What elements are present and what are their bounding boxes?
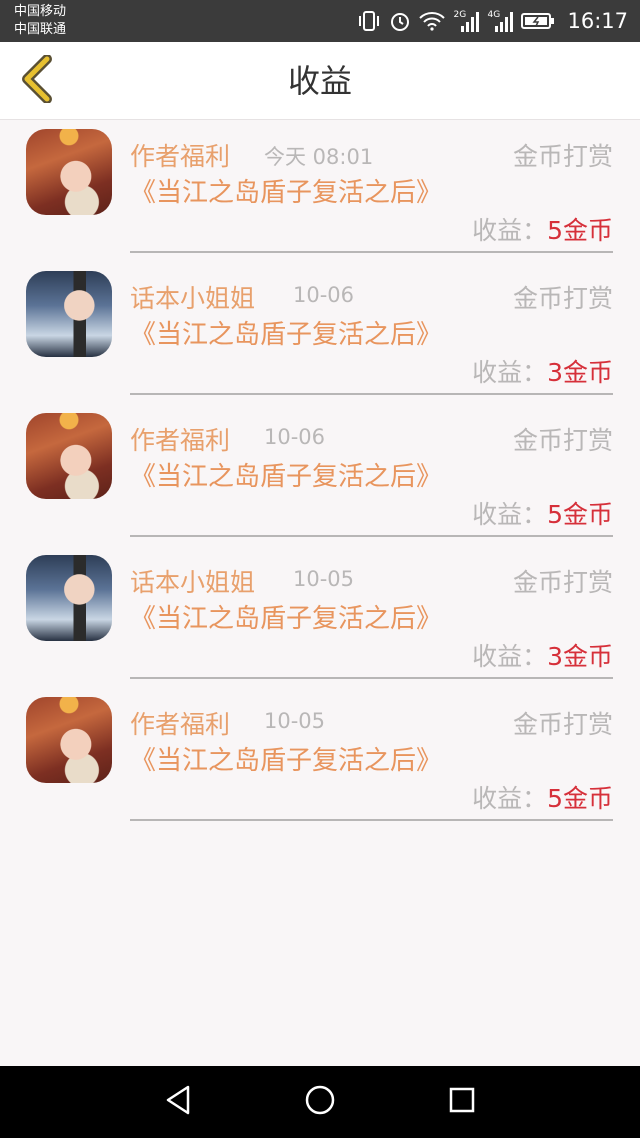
square-recent-icon bbox=[448, 1086, 476, 1118]
author-name[interactable]: 作者福利 bbox=[130, 421, 230, 457]
signal-4g-icon: 4G bbox=[487, 10, 514, 32]
nav-recent-button[interactable] bbox=[442, 1082, 482, 1122]
earnings-label: 收益： bbox=[472, 500, 548, 529]
item-type: 金币打赏 bbox=[512, 710, 613, 739]
system-nav-bar bbox=[0, 1066, 640, 1138]
avatar[interactable] bbox=[26, 129, 112, 215]
item-content: 话本小姐姐 10-06 金币打赏 《当江之岛盾子复活之后》 收益：3金币 bbox=[130, 263, 613, 395]
earnings: 收益：3金币 bbox=[472, 637, 613, 673]
item-content: 作者福利 10-05 金币打赏 《当江之岛盾子复活之后》 收益：5金币 bbox=[130, 689, 613, 821]
net1-label: 2G bbox=[453, 10, 467, 20]
author-name[interactable]: 话本小姐姐 bbox=[130, 279, 255, 315]
earnings: 收益：5金币 bbox=[472, 779, 613, 815]
item-date: 10-05 bbox=[264, 709, 326, 733]
item-content: 作者福利 10-06 金币打赏 《当江之岛盾子复活之后》 收益：5金币 bbox=[130, 405, 613, 537]
earnings-value: 3金币 bbox=[547, 358, 613, 387]
page-title: 收益 bbox=[287, 62, 352, 100]
avatar[interactable] bbox=[26, 697, 112, 783]
list-item[interactable]: 话本小姐姐 10-05 金币打赏 《当江之岛盾子复活之后》 收益：3金币 bbox=[0, 547, 640, 689]
status-icons: 2G 4G 16:17 bbox=[357, 0, 628, 42]
item-content: 作者福利 今天 08:01 金币打赏 《当江之岛盾子复活之后》 收益：5金币 bbox=[130, 121, 613, 253]
earnings-list: 作者福利 今天 08:01 金币打赏 《当江之岛盾子复活之后》 收益：5金币 话… bbox=[0, 121, 640, 831]
earnings-value: 5金币 bbox=[547, 500, 613, 529]
list-item[interactable]: 作者福利 今天 08:01 金币打赏 《当江之岛盾子复活之后》 收益：5金币 bbox=[0, 121, 640, 263]
battery-icon bbox=[521, 12, 555, 30]
item-date: 10-05 bbox=[293, 567, 355, 591]
signal-2g-icon: 2G bbox=[453, 10, 480, 32]
earnings-value: 3金币 bbox=[547, 642, 613, 671]
nav-home-button[interactable] bbox=[300, 1082, 340, 1122]
wifi-icon bbox=[419, 11, 446, 31]
header: 收益 bbox=[0, 42, 640, 120]
earnings: 收益：3金币 bbox=[472, 353, 613, 389]
triangle-back-icon bbox=[164, 1084, 192, 1120]
earnings-value: 5金币 bbox=[547, 784, 613, 813]
book-title[interactable]: 《当江之岛盾子复活之后》 bbox=[130, 602, 442, 636]
avatar[interactable] bbox=[26, 413, 112, 499]
earnings: 收益：5金币 bbox=[472, 211, 613, 247]
earnings-value: 5金币 bbox=[547, 216, 613, 245]
item-type: 金币打赏 bbox=[512, 568, 613, 597]
book-title[interactable]: 《当江之岛盾子复活之后》 bbox=[130, 318, 442, 352]
item-date: 10-06 bbox=[264, 425, 326, 449]
list-item[interactable]: 作者福利 10-05 金币打赏 《当江之岛盾子复活之后》 收益：5金币 bbox=[0, 689, 640, 831]
item-date: 10-06 bbox=[293, 283, 355, 307]
book-title[interactable]: 《当江之岛盾子复活之后》 bbox=[130, 744, 442, 778]
list-item[interactable]: 作者福利 10-06 金币打赏 《当江之岛盾子复活之后》 收益：5金币 bbox=[0, 405, 640, 547]
book-title[interactable]: 《当江之岛盾子复活之后》 bbox=[130, 176, 442, 210]
list-item[interactable]: 话本小姐姐 10-06 金币打赏 《当江之岛盾子复活之后》 收益：3金币 bbox=[0, 263, 640, 405]
earnings: 收益：5金币 bbox=[472, 495, 613, 531]
item-type: 金币打赏 bbox=[512, 142, 613, 171]
book-title[interactable]: 《当江之岛盾子复活之后》 bbox=[130, 460, 442, 494]
earnings-label: 收益： bbox=[472, 784, 548, 813]
avatar[interactable] bbox=[26, 271, 112, 357]
avatar[interactable] bbox=[26, 555, 112, 641]
item-date: 今天 08:01 bbox=[264, 145, 374, 169]
net2-label: 4G bbox=[487, 10, 501, 20]
carrier-1: 中国移动 bbox=[14, 4, 67, 19]
earnings-label: 收益： bbox=[472, 358, 548, 387]
author-name[interactable]: 作者福利 bbox=[130, 137, 230, 173]
item-type: 金币打赏 bbox=[512, 426, 613, 455]
carrier-2: 中国联通 bbox=[14, 22, 67, 37]
earnings-label: 收益： bbox=[472, 216, 548, 245]
circle-home-icon bbox=[304, 1084, 336, 1120]
alarm-icon bbox=[389, 10, 411, 32]
author-name[interactable]: 话本小姐姐 bbox=[130, 563, 255, 599]
author-name[interactable]: 作者福利 bbox=[130, 705, 230, 741]
clock: 16:17 bbox=[567, 9, 628, 33]
earnings-label: 收益： bbox=[472, 642, 548, 671]
nav-back-button[interactable] bbox=[158, 1082, 198, 1122]
item-content: 话本小姐姐 10-05 金币打赏 《当江之岛盾子复活之后》 收益：3金币 bbox=[130, 547, 613, 679]
status-bar: 中国移动 中国联通 2G 4G 16:17 bbox=[0, 0, 640, 42]
vibrate-icon bbox=[357, 10, 381, 32]
item-type: 金币打赏 bbox=[512, 284, 613, 313]
